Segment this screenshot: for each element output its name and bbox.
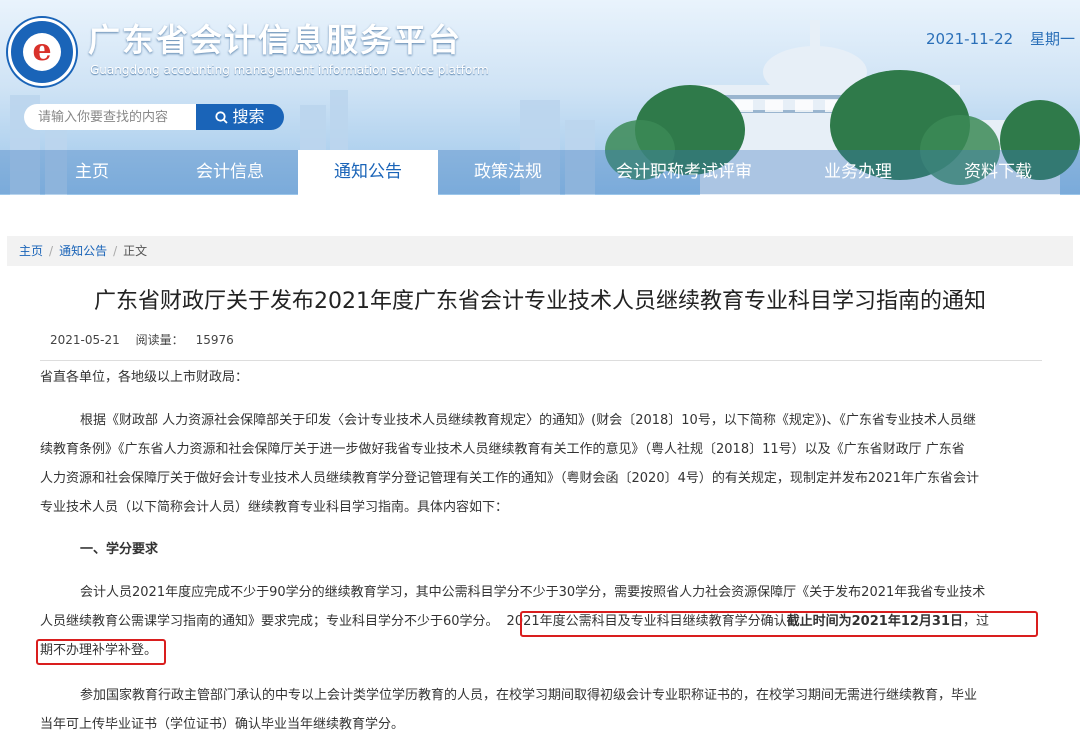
breadcrumb-home-link[interactable]: 主页 [19, 244, 43, 258]
highlight-box-no-makeup [36, 639, 166, 665]
search-button[interactable]: 搜索 [196, 104, 284, 130]
logo-e-emblem-icon: e [23, 33, 61, 71]
title-divider [40, 360, 1042, 361]
paragraph-3-line: 参加国家教育行政主管部门承认的中专以上会计类学位学历教育的人员，在校学习期间取得… [80, 688, 978, 703]
nav-item-notices[interactable]: 通知公告 [298, 150, 438, 195]
paragraph-2-line: 期不办理补学补登。 [40, 643, 158, 658]
paragraph-1-line: 续教育条例》《广东省人力资源和社会保障厅关于进一步做好我省专业技术人员继续教育有… [40, 442, 965, 457]
search-button-label: 搜索 [232, 107, 265, 126]
breadcrumb: 主页 / 通知公告 / 正文 [7, 236, 1073, 266]
article-title: 广东省财政厅关于发布2021年度广东省会计专业技术人员继续教育专业科目学习指南的… [94, 289, 986, 314]
date-value: 2021-11-22 [926, 30, 1014, 48]
views-count: 15976 [195, 333, 234, 347]
salutation: 省直各单位，各地级以上市财政局： [40, 370, 249, 385]
section-heading: 一、学分要求 [80, 542, 159, 557]
paragraph-2-text: 人员继续教育公需课学习指南的通知》要求完成；专业科目学分不少于60学分。 [40, 614, 499, 629]
nav-item-downloads[interactable]: 资料下载 [940, 150, 1056, 194]
breadcrumb-separator: / [113, 244, 118, 258]
site-logo[interactable]: e [8, 18, 76, 86]
nav-item-services[interactable]: 业务办理 [802, 150, 914, 194]
nav-item-policies[interactable]: 政策法规 [450, 150, 566, 194]
breadcrumb-section-link[interactable]: 通知公告 [59, 244, 107, 258]
paragraph-1-line: 专业技术人员（以下简称会计人员）继续教育专业科目学习指南。具体内容如下： [40, 500, 509, 515]
breadcrumb-separator: / [49, 244, 54, 258]
article-meta: 2021-05-21 阅读量： 15976 [50, 331, 234, 349]
views-label: 阅读量： [135, 333, 184, 347]
article-views: 阅读量： 15976 [136, 333, 234, 347]
highlight-box-deadline [520, 611, 1038, 637]
paragraph-1-line: 根据《财政部 人力资源社会保障部关于印发〈会计专业技术人员继续教育规定〉的通知》… [80, 413, 976, 428]
site-title: 广东省会计信息服务平台 [88, 21, 463, 59]
article-date: 2021-05-21 [50, 333, 120, 347]
site-subtitle: Guangdong accounting management informat… [90, 63, 489, 77]
nav-item-exam-review[interactable]: 会计职称考试评审 [596, 150, 772, 194]
current-date: 2021-11-22 星期一 [926, 30, 1075, 48]
weekday: 星期一 [1029, 30, 1075, 48]
paragraph-1: 根据《财政部 人力资源社会保障部关于印发〈会计专业技术人员继续教育规定〉的通知》… [40, 406, 1040, 522]
search-input[interactable] [24, 104, 198, 130]
search-bar: 搜索 [24, 104, 284, 130]
breadcrumb-current: 正文 [123, 244, 148, 258]
nav-item-home[interactable]: 主页 [40, 150, 144, 194]
paragraph-3: 参加国家教育行政主管部门承认的中专以上会计类学位学历教育的人员，在校学习期间取得… [40, 681, 1040, 739]
nav-item-accounting-info[interactable]: 会计信息 [170, 150, 290, 194]
paragraph-2-line: 会计人员2021年度应完成不少于90学分的继续教育学习，其中公需科目学分不少于3… [80, 585, 986, 600]
paragraph-1-line: 人力资源和社会保障厅关于做好会计专业技术人员继续教育学分登记管理有关工作的通知》… [40, 471, 979, 486]
paragraph-3-line: 当年可上传毕业证书（学位证书）确认毕业当年继续教育学分。 [40, 717, 405, 732]
search-icon [215, 111, 229, 124]
